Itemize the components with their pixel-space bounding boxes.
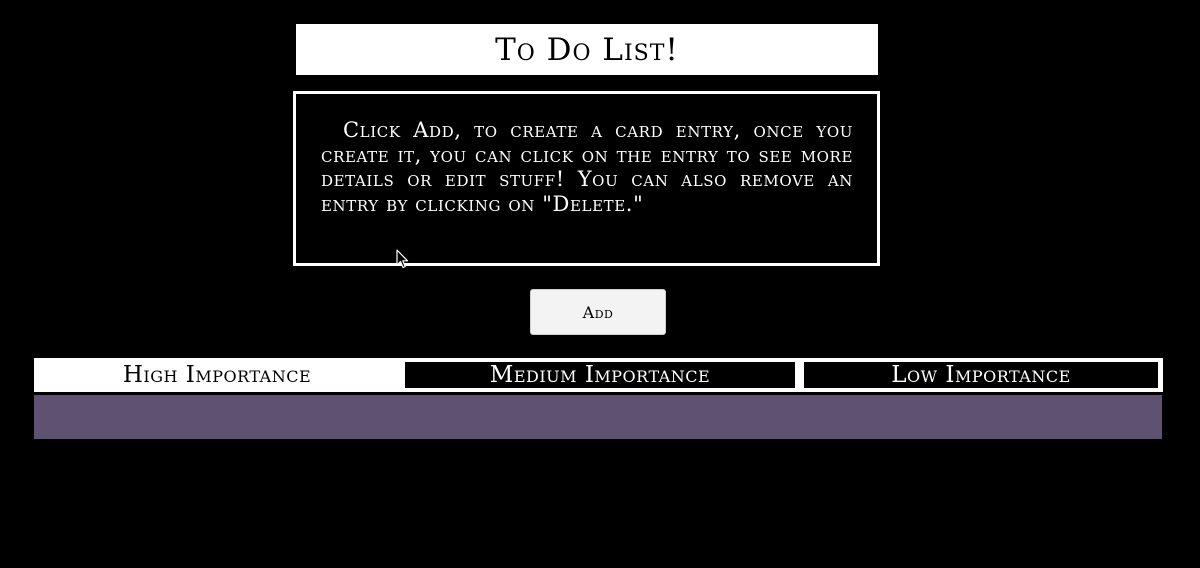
- mouse-pointer-icon: [396, 249, 409, 269]
- card-list-area[interactable]: [34, 395, 1162, 439]
- tab-high-importance[interactable]: High Importance: [34, 362, 400, 388]
- tab-medium-importance[interactable]: Medium Importance: [405, 362, 795, 388]
- instructions-box: Click Add, to create a card entry, once …: [293, 91, 880, 266]
- tab-low-importance[interactable]: Low Importance: [804, 362, 1158, 388]
- title-banner: To Do List!: [296, 24, 878, 75]
- page-title: To Do List!: [495, 31, 679, 68]
- instructions-text: Click Add, to create a card entry, once …: [321, 118, 853, 216]
- todo-page: To Do List! Click Add, to create a card …: [0, 0, 1200, 568]
- add-button[interactable]: Add: [530, 289, 666, 335]
- importance-tabs: High Importance Medium Importance Low Im…: [34, 358, 1163, 392]
